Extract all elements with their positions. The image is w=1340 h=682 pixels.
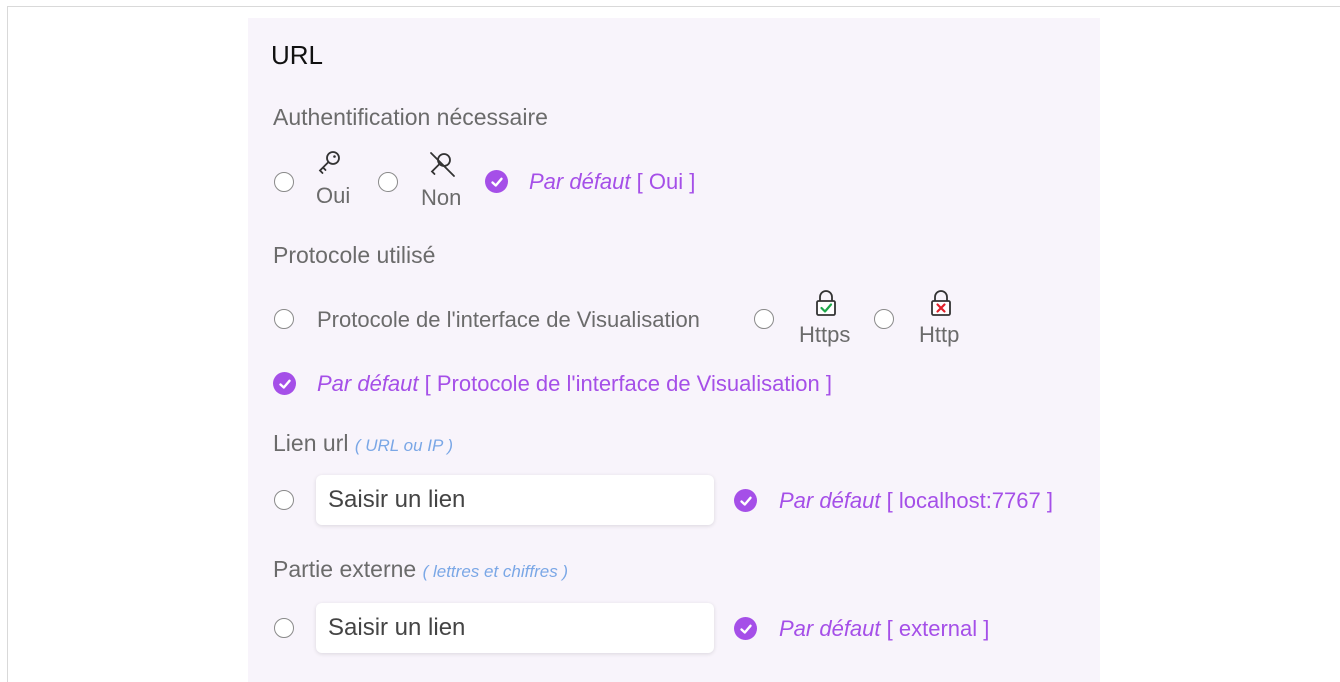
auth-non-radio[interactable]	[378, 172, 398, 192]
url-link-default-prefix: Par défaut	[779, 488, 881, 513]
url-link-hint: ( URL ou IP )	[354, 436, 454, 455]
auth-default-text[interactable]: Par défaut [ Oui ]	[529, 169, 695, 195]
external-part-default-prefix: Par défaut	[779, 616, 881, 641]
auth-default-check-icon[interactable]	[485, 170, 508, 193]
lock-check-icon	[816, 290, 836, 316]
url-link-label: Lien url	[273, 430, 349, 456]
auth-default-value: [ Oui ]	[636, 169, 696, 194]
auth-oui-label[interactable]: Oui	[316, 183, 356, 209]
auth-oui-radio[interactable]	[274, 172, 294, 192]
protocol-https-radio[interactable]	[754, 309, 774, 329]
url-link-input[interactable]	[316, 475, 714, 525]
url-link-label-row: Lien url ( URL ou IP )	[273, 430, 453, 457]
no-key-icon	[430, 152, 455, 177]
protocol-default-check-icon[interactable]	[273, 372, 296, 395]
external-part-default-value: [ external ]	[886, 616, 990, 641]
url-link-default-value: [ localhost:7767 ]	[886, 488, 1053, 513]
external-part-default-text[interactable]: Par défaut [ external ]	[779, 616, 989, 642]
external-part-input[interactable]	[316, 603, 714, 653]
protocol-default-text[interactable]: Par défaut [ Protocole de l'interface de…	[317, 371, 832, 397]
lock-cross-icon	[931, 290, 951, 316]
url-link-default-text[interactable]: Par défaut [ localhost:7767 ]	[779, 488, 1053, 514]
protocol-default-value: [ Protocole de l'interface de Visualisat…	[424, 371, 833, 396]
external-part-label-row: Partie externe ( lettres et chiffres )	[273, 556, 568, 583]
section-title: URL	[271, 40, 324, 70]
auth-default-prefix: Par défaut	[529, 169, 631, 194]
external-part-label: Partie externe	[273, 556, 417, 582]
url-settings-panel: URL Authentification nécessaire Oui Non …	[248, 18, 1100, 682]
protocol-visualisation-label[interactable]: Protocole de l'interface de Visualisatio…	[317, 307, 700, 333]
auth-non-label[interactable]: Non	[421, 185, 471, 211]
key-icon	[318, 151, 340, 174]
protocol-visualisation-radio[interactable]	[274, 309, 294, 329]
protocol-http-radio[interactable]	[874, 309, 894, 329]
protocol-label: Protocole utilisé	[273, 242, 436, 268]
protocol-default-prefix: Par défaut	[317, 371, 419, 396]
external-part-hint: ( lettres et chiffres )	[422, 562, 569, 581]
url-link-radio[interactable]	[274, 490, 294, 510]
protocol-http-label[interactable]: Http	[919, 322, 959, 348]
auth-label: Authentification nécessaire	[273, 104, 548, 130]
external-part-radio[interactable]	[274, 618, 294, 638]
protocol-https-label[interactable]: Https	[799, 322, 850, 348]
external-part-default-check-icon[interactable]	[734, 617, 757, 640]
url-link-default-check-icon[interactable]	[734, 489, 757, 512]
